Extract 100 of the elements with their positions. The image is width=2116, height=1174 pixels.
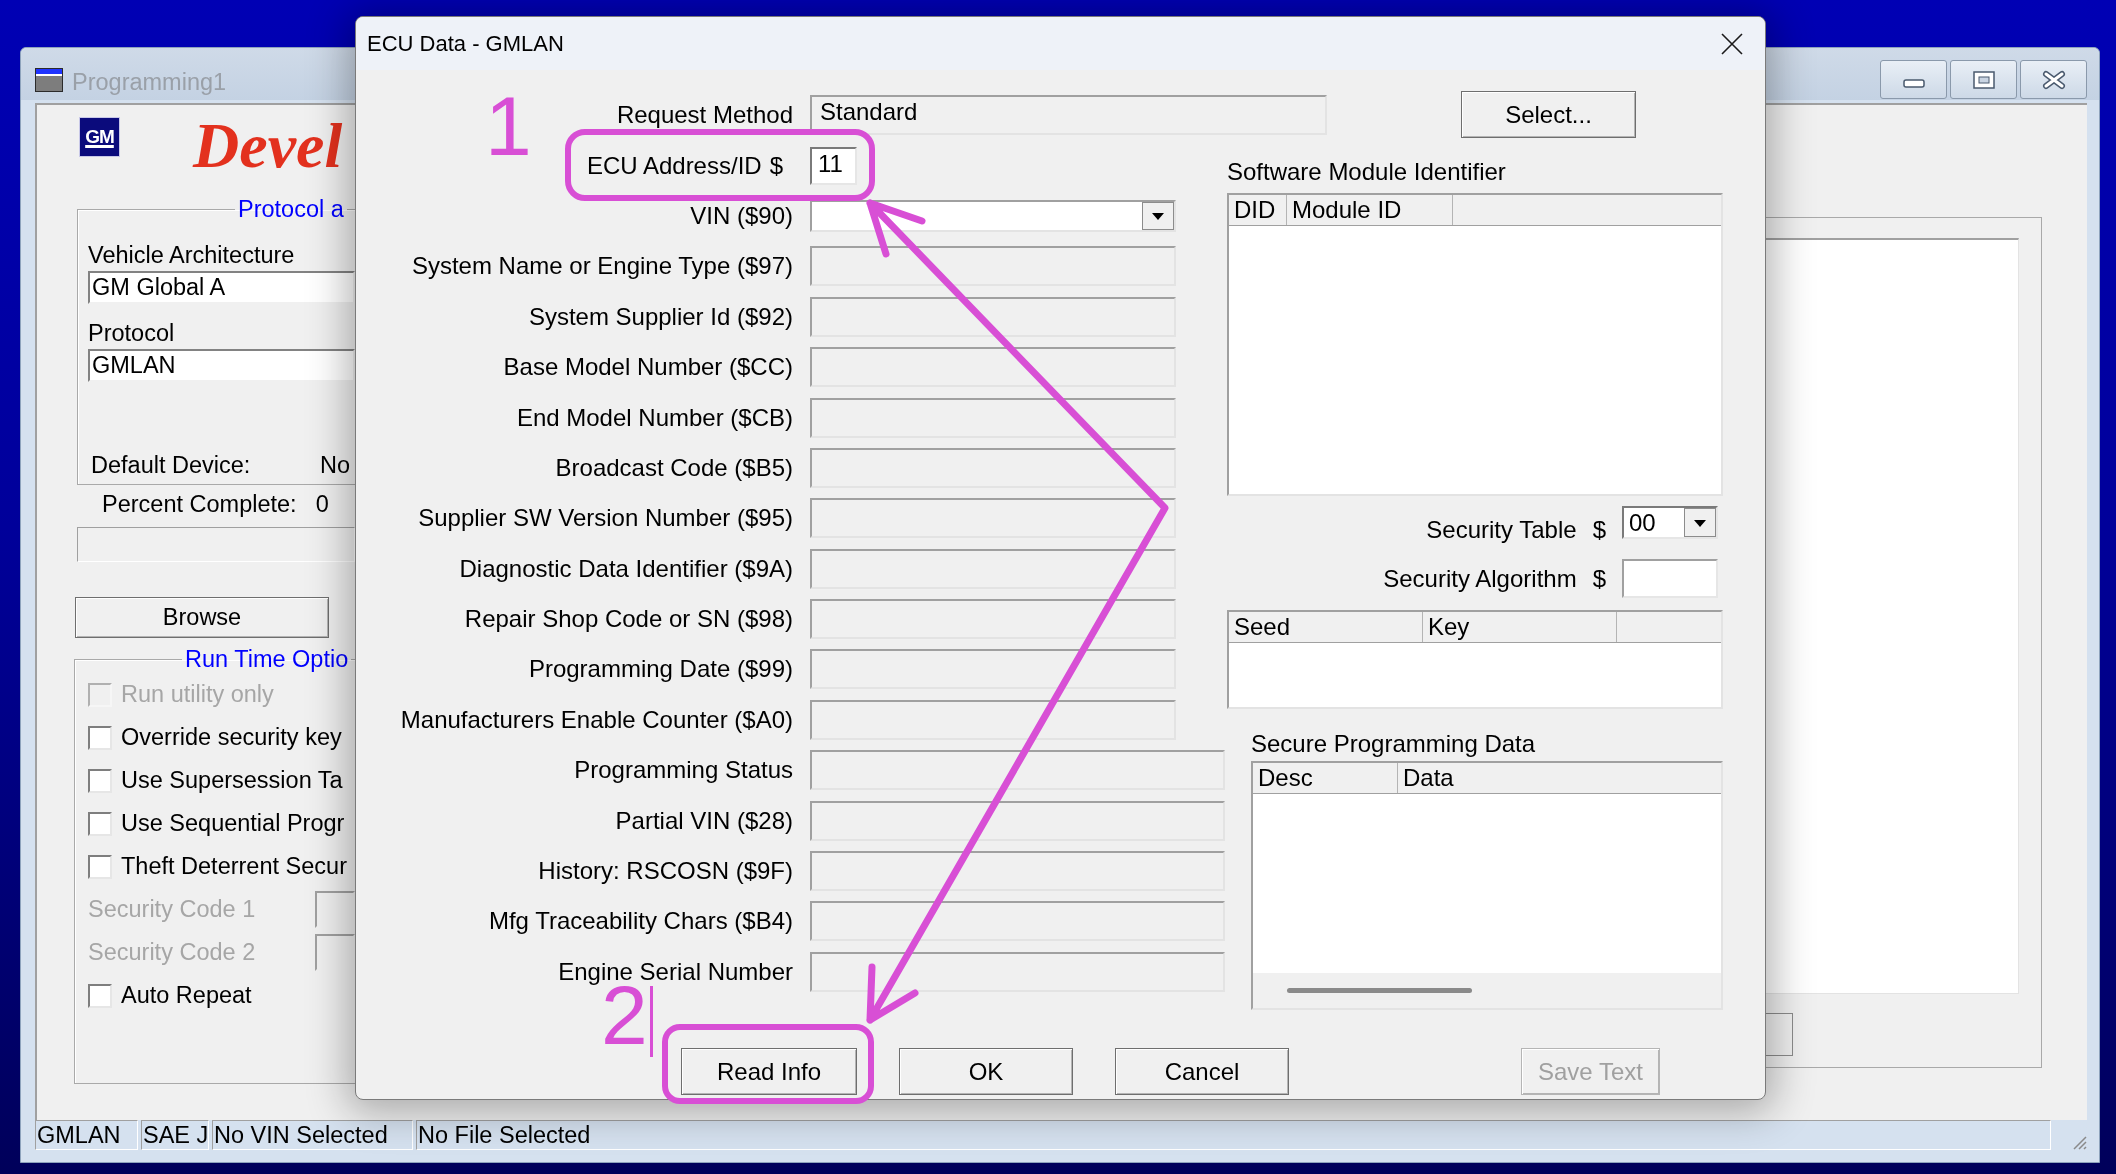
field-label: VIN ($90) [690, 201, 793, 230]
step-number: 1 [485, 94, 532, 158]
input-field[interactable] [1622, 559, 1718, 598]
field-label: Security Code 2 [88, 939, 257, 966]
text-field[interactable] [810, 599, 1176, 640]
minimize-icon [1902, 79, 1925, 88]
field-label: Programming Date ($99) [528, 655, 793, 684]
dialog-button[interactable]: Cancel [1115, 1048, 1289, 1095]
checkbox[interactable] [88, 768, 112, 793]
field-label: Security Table [1426, 515, 1577, 544]
text-field[interactable] [810, 851, 1225, 892]
checkbox[interactable] [88, 983, 112, 1008]
prefix-label: $ [1592, 564, 1606, 593]
minimize-button[interactable] [1880, 60, 1947, 99]
checkbox-label: Theft Deterrent Secur [121, 853, 347, 880]
text-field[interactable] [810, 951, 1225, 992]
checkbox-label: Run utility only [121, 681, 274, 708]
field-label: Diagnostic Data Identifier ($9A) [459, 554, 793, 583]
text-field[interactable]: Standard [810, 95, 1327, 136]
close-icon [1721, 32, 1743, 55]
field-label: System Supplier Id ($92) [528, 302, 793, 331]
dialog-title: ECU Data - GMLAN [367, 30, 564, 57]
scrollbar-thumb[interactable] [1287, 988, 1472, 993]
text-field[interactable] [810, 649, 1176, 690]
combo-box[interactable]: GMLAN [88, 349, 355, 382]
logo: GM [79, 117, 120, 157]
checkbox-label: Override security key [121, 724, 342, 751]
input-field[interactable]: 11 [810, 146, 857, 185]
text-field[interactable] [810, 750, 1225, 791]
horizontal-scrollbar[interactable] [1253, 973, 1721, 1008]
text-field[interactable] [810, 397, 1176, 438]
checkbox-label: Use Supersession Ta [121, 767, 343, 794]
checkbox[interactable] [88, 725, 112, 750]
section-title: Secure Programming Data [1251, 730, 1536, 758]
field-value: No [320, 452, 351, 479]
field-label: Repair Shop Code or SN ($98) [464, 605, 793, 634]
prefix-label: $ [1592, 515, 1606, 544]
field-label: End Model Number ($CB) [516, 403, 793, 432]
close-button[interactable] [2020, 60, 2087, 99]
status-panel: No VIN Selected [212, 1120, 413, 1150]
status-panel: GMLAN [35, 1120, 138, 1150]
caret-icon[interactable] [1142, 201, 1174, 230]
field-label: Programming Status [574, 756, 793, 785]
column-header[interactable]: Data [1398, 763, 1454, 793]
text-field[interactable] [810, 347, 1176, 388]
status-panel: SAE J [141, 1120, 209, 1150]
field-label: Partial VIN ($28) [615, 806, 793, 835]
text-field[interactable] [810, 498, 1176, 539]
checkbox[interactable] [88, 854, 112, 879]
field-label: Security Code 1 [88, 896, 257, 923]
browse-button[interactable]: Browse [75, 597, 329, 638]
progress-label: Percent Complete: [102, 491, 297, 518]
status-panel: No File Selected [416, 1120, 2051, 1150]
prefix-label: $ [769, 151, 783, 180]
combo-box[interactable]: GM Global A [88, 271, 355, 304]
step-number: 2 [601, 983, 648, 1047]
field-label: History: RSCOSN ($9F) [538, 857, 793, 886]
field-label: Broadcast Code ($B5) [555, 453, 793, 482]
field-label: Mfg Traceability Chars ($B4) [488, 907, 793, 936]
field-label: Security Algorithm [1383, 564, 1577, 593]
text-field[interactable] [810, 699, 1176, 740]
dropdown-field[interactable]: 00 [1622, 506, 1718, 539]
field-label: Base Model Number ($CC) [503, 353, 793, 382]
column-header[interactable]: Desc [1253, 763, 1398, 793]
field-label: ECU Address/ID [586, 151, 762, 180]
field-label: System Name or Engine Type ($97) [411, 252, 793, 281]
text-field[interactable] [810, 800, 1225, 841]
select-button[interactable]: Select... [1461, 91, 1636, 138]
column-header[interactable]: Seed [1229, 612, 1423, 642]
dropdown-field[interactable] [810, 199, 1176, 232]
text-field[interactable] [810, 246, 1176, 287]
annotation-line [650, 986, 653, 1057]
maximize-button[interactable] [1950, 60, 2017, 99]
text-field[interactable] [810, 901, 1225, 942]
progress-value: 0 [315, 491, 329, 518]
close-icon [2041, 69, 2066, 90]
checkbox-label: Auto Repeat [121, 982, 252, 1009]
group-title: Run Time Optio [184, 646, 350, 673]
text-field[interactable] [810, 296, 1176, 337]
list-view[interactable]: Seed Key [1227, 610, 1723, 709]
list-view[interactable]: DID Module ID [1227, 193, 1723, 496]
text-field[interactable] [810, 447, 1176, 488]
checkbox[interactable] [88, 811, 112, 836]
column-header[interactable]: Module ID [1287, 195, 1453, 225]
dialog-button[interactable]: Read Info [681, 1048, 857, 1095]
column-header[interactable]: Key [1423, 612, 1617, 642]
partial-button[interactable] [1766, 1013, 1793, 1056]
field-label: Manufacturers Enable Counter ($A0) [400, 705, 793, 734]
caret-icon[interactable] [1684, 508, 1716, 537]
column-header[interactable]: DID [1229, 195, 1287, 225]
maximize-icon [1972, 70, 1995, 89]
banner-title: Devel [193, 114, 343, 178]
window-title: Programming1 [72, 68, 227, 96]
field-label: Request Method [616, 101, 793, 130]
list-view[interactable]: Desc Data [1251, 761, 1723, 1010]
text-field[interactable] [810, 548, 1176, 589]
field-label: Vehicle Architecture [88, 242, 296, 269]
field-label: Supplier SW Version Number ($95) [418, 504, 793, 533]
field-label: Protocol [88, 320, 176, 347]
dialog-button[interactable]: OK [899, 1048, 1073, 1095]
